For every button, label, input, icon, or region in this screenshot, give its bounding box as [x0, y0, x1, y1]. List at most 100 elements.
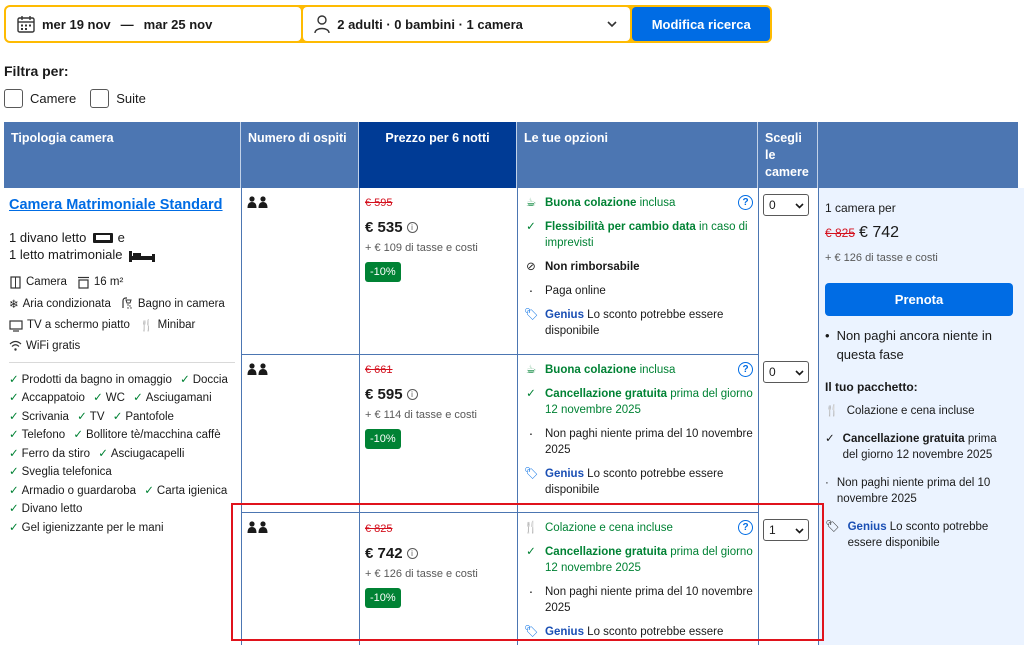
- date-from: mer 19 nov: [42, 16, 111, 32]
- facility: WiFi gratis: [9, 340, 80, 352]
- wifi-icon: [9, 340, 22, 351]
- filter-label: Camere: [30, 91, 77, 106]
- check-icon: ✓: [9, 503, 19, 516]
- guests-field[interactable]: 2 adulti · 0 bambini · 1 camera: [303, 7, 631, 41]
- header-room-type: Tipologia camera: [4, 122, 241, 188]
- package-title: Il tuo pacchetto:: [825, 380, 918, 394]
- room-quantity-select[interactable]: 0: [763, 361, 809, 383]
- amenity-item: ✓ Accappatoio: [9, 392, 85, 405]
- amenity-item: ✓ Gel igienizzante per le mani: [9, 521, 164, 534]
- book-button[interactable]: Prenota: [825, 283, 1013, 316]
- person-icon: [314, 15, 330, 34]
- room-type-cell: Camera Matrimoniale Standard 1 divano le…: [9, 196, 239, 537]
- check-icon: ✓: [526, 388, 536, 400]
- amenity-item: ✓ Doccia: [180, 373, 228, 386]
- cutlery-icon: 🍴: [139, 319, 154, 332]
- shower-icon: [122, 297, 132, 310]
- amenity-item: ✓ Telefono: [9, 429, 66, 442]
- check-icon: ✓: [9, 392, 19, 405]
- facility: ❄ Aria condizionata: [9, 297, 111, 311]
- room-quantity-select[interactable]: 0: [763, 194, 809, 216]
- check-icon: ✓: [93, 392, 103, 405]
- price: € 595 i: [365, 386, 515, 403]
- header-guests: Numero di ospiti: [241, 122, 359, 188]
- summary-taxes: + € 126 di tasse e costi: [825, 252, 938, 264]
- snowflake-icon: ❄: [9, 298, 19, 311]
- check-icon: ✓: [9, 466, 19, 479]
- modify-search-button[interactable]: Modifica ricerca: [632, 7, 770, 41]
- package-list: 🍴 Colazione e cena incluse ✓ Cancellazione…: [825, 405, 997, 549]
- bed-double: 1 letto matrimoniale: [9, 247, 123, 263]
- facility: Bagno in camera: [121, 297, 225, 311]
- options-cell: ? ☕ Buona colazione inclusa ✓ Cancellazion…: [523, 362, 753, 496]
- amenity-item: ✓ Asciugacapelli: [98, 447, 185, 460]
- amenity-item: ✓ Asciugamani: [133, 392, 212, 405]
- cutlery-icon: 🍴: [825, 405, 839, 417]
- check-icon: ✓: [77, 410, 87, 423]
- check-icon: ✓: [133, 392, 143, 405]
- selected-rate-highlight: [231, 503, 824, 641]
- price-cell: € 595 € 535 i + € 109 di tasse e costi -1…: [365, 197, 515, 282]
- header-blank: [818, 122, 1018, 188]
- price-cell: € 661 € 595 i + € 114 di tasse e costi -1…: [365, 364, 515, 449]
- price: € 535 i: [365, 219, 515, 236]
- discount-badge: -10%: [365, 429, 401, 449]
- checkbox[interactable]: [90, 89, 110, 108]
- filter-camere[interactable]: Camere: [4, 89, 76, 108]
- calendar-icon: [17, 16, 35, 33]
- date-separator: —: [120, 16, 134, 32]
- bed-sofa: 1 divano letto: [9, 229, 87, 245]
- check-icon: ✓: [9, 373, 19, 386]
- checkbox[interactable]: [4, 89, 23, 108]
- check-icon: ✓: [9, 447, 19, 460]
- amenity-item: ✓ Armadio o guardaroba: [9, 484, 137, 497]
- facility: 🍴 Minibar: [139, 319, 196, 332]
- filter-suite[interactable]: Suite: [90, 89, 146, 108]
- size-icon: [77, 276, 89, 289]
- amenity-item: ✓ Prodotti da bagno in omaggio: [9, 373, 172, 386]
- facility: Camera: [9, 276, 67, 289]
- check-icon: ✓: [825, 433, 835, 445]
- check-icon: ✓: [526, 221, 536, 233]
- check-icon: ✓: [112, 410, 123, 423]
- tag-icon: 🏷: [523, 468, 539, 480]
- date-to: mar 25 nov: [143, 16, 213, 32]
- info-icon[interactable]: i: [406, 222, 418, 233]
- door-icon: [10, 276, 21, 289]
- facility: TV a schermo piatto: [9, 319, 130, 332]
- check-icon: ✓: [9, 521, 19, 534]
- guests-icon: [247, 363, 269, 378]
- room-name-link[interactable]: Camera Matrimoniale Standard: [9, 196, 239, 215]
- bullet-icon: ·: [528, 425, 534, 441]
- original-price: € 595: [365, 197, 393, 209]
- filter-title: Filtra per:: [4, 63, 69, 79]
- summary-label: 1 camera per: [825, 201, 896, 215]
- taxes: + € 114 di tasse e costi: [365, 409, 478, 421]
- check-icon: ✓: [73, 429, 83, 442]
- check-icon: ✓: [180, 373, 190, 386]
- amenity-item: ✓ TV: [77, 410, 105, 423]
- help-icon[interactable]: ?: [738, 195, 753, 210]
- check-icon: ✓: [9, 429, 19, 442]
- header-options: Le tue opzioni: [517, 122, 758, 188]
- header-price: Prezzo per 6 notti: [359, 122, 517, 197]
- divider: [9, 361, 235, 363]
- amenity-item: ✓ Scrivania: [9, 410, 69, 423]
- header-choose: Scegli le camere: [758, 122, 818, 188]
- amenity-item: ✓ Divano letto: [9, 503, 83, 516]
- double-bed-icon: [129, 250, 156, 262]
- amenity-item: ✓ Carta igienica: [144, 484, 228, 497]
- amenity-item: ✓ Pantofole: [112, 410, 174, 423]
- check-icon: ✓: [98, 447, 108, 460]
- help-icon[interactable]: ?: [738, 362, 753, 377]
- check-icon: ✓: [9, 484, 19, 497]
- amenity-item: ✓ Sveglia telefonica: [9, 466, 112, 479]
- chevron-down-icon: [607, 21, 617, 28]
- search-bar: mer 19 nov — mar 25 nov 2 adulti · 0 bam…: [4, 5, 772, 43]
- info-icon[interactable]: i: [406, 389, 418, 400]
- summary-price: € 825 € 742: [825, 224, 900, 241]
- bullet-icon: ·: [528, 282, 534, 298]
- dates-field[interactable]: mer 19 nov — mar 25 nov: [6, 7, 302, 41]
- chevron-down-icon: [795, 369, 804, 376]
- discount-badge: -10%: [365, 262, 401, 282]
